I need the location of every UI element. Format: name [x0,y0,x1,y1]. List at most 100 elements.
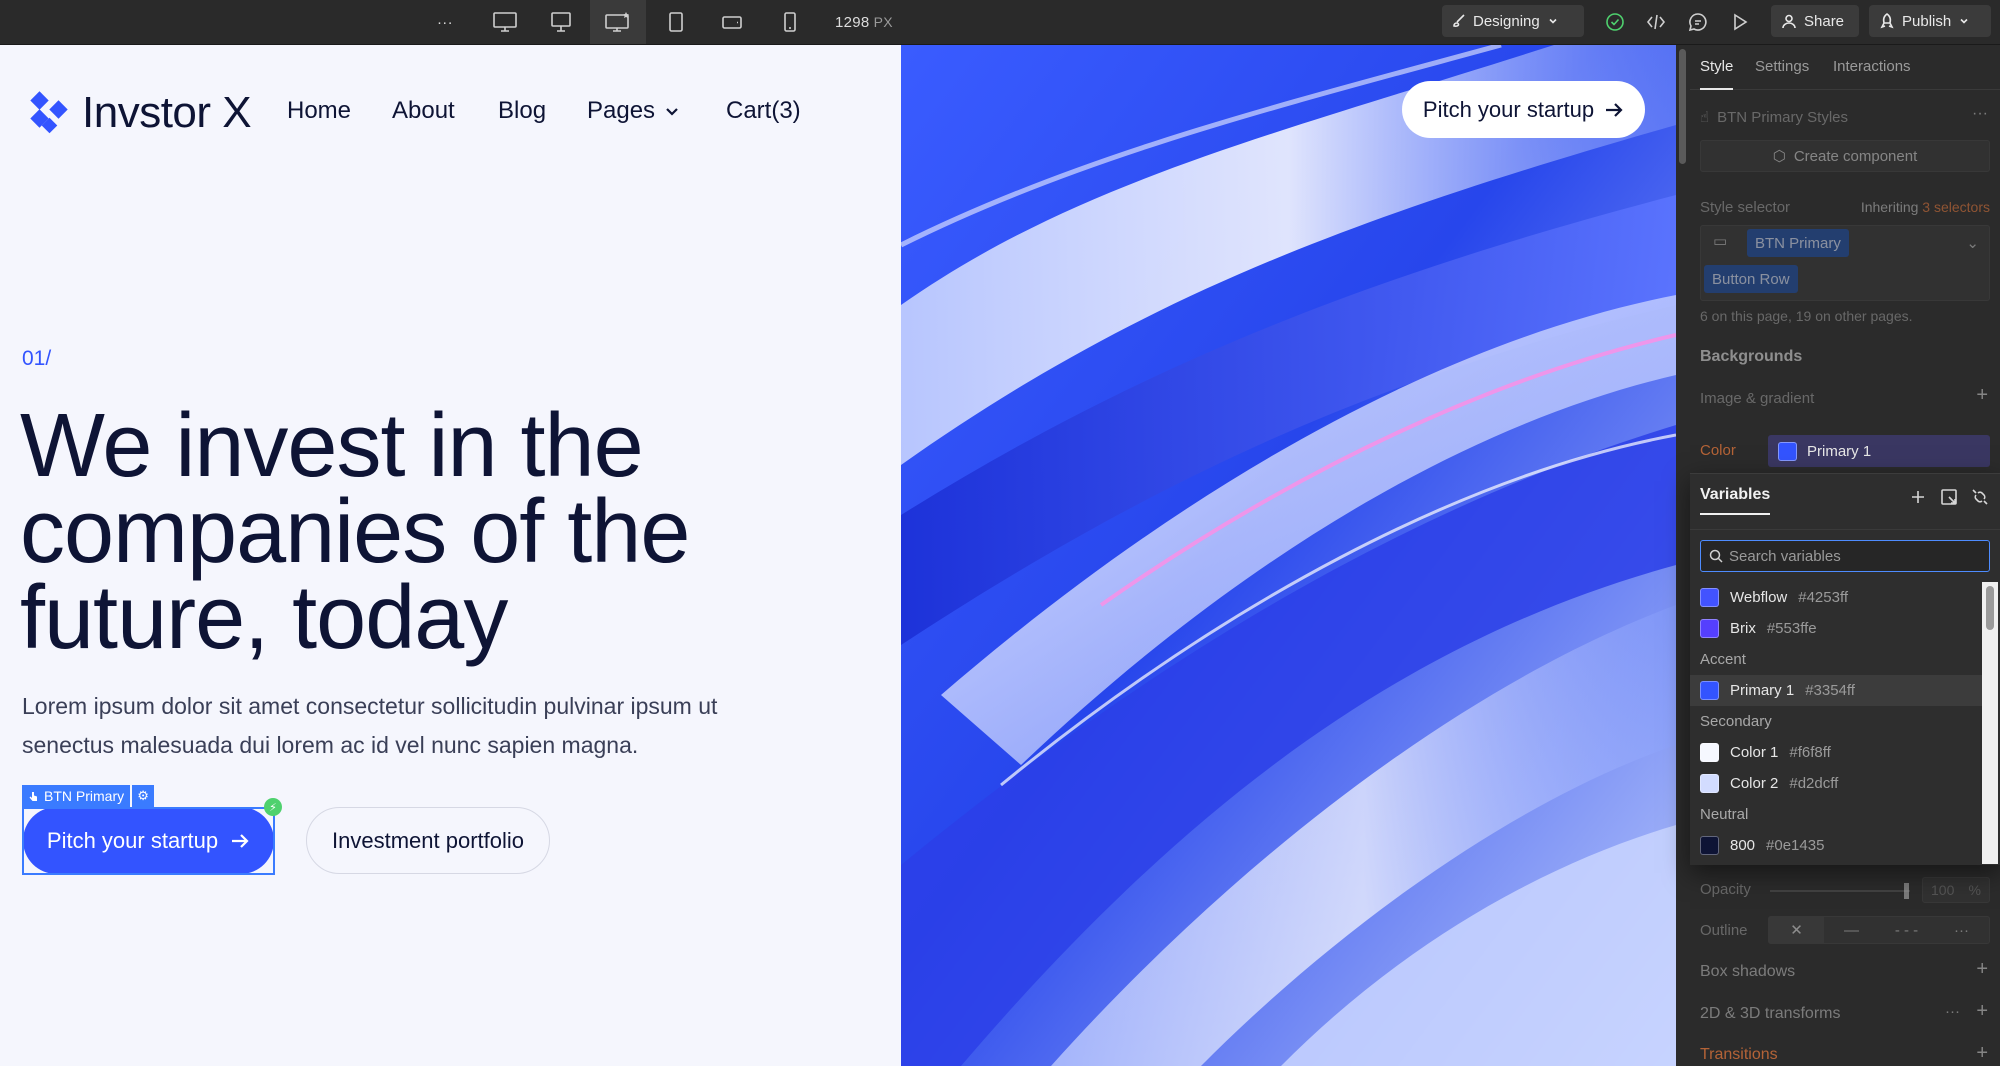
tab-style[interactable]: Style [1700,58,1734,90]
variable-name: 800 [1730,837,1756,854]
interaction-bolt-icon[interactable]: ⚡ [264,798,282,816]
variables-scrollbar-thumb[interactable] [1986,586,1994,630]
hand-pointer-icon [29,791,37,801]
variable-item[interactable]: Primary 1 #3354ff [1690,675,1982,706]
variables-header: Variables [1690,474,2000,530]
variable-name: Color 1 [1730,744,1779,761]
variable-name: Primary 1 [1730,682,1795,699]
header-pitch-button[interactable]: Pitch your startup [1402,81,1645,138]
transitions-section-title[interactable]: Transitions [1700,1046,1778,1064]
add-transform-icon[interactable]: + [1976,1000,1988,1023]
hero-headline: We invest in the companies of the future… [20,396,690,668]
add-transition-icon[interactable]: + [1976,1042,1988,1065]
panel-tabs: Style Settings Interactions [1690,45,2000,90]
canvas-width-unit: PX [873,14,893,30]
designer-toolbar: ··· 1298 PX Designing Share Publish [0,0,2000,45]
inheriting-info[interactable]: Inheriting 3 selectors [1861,199,1990,215]
element-label-row: ☝ BTN Primary Styles [1700,108,1848,127]
background-color-field[interactable]: Primary 1 [1768,435,1990,467]
variable-group-label: Accent [1700,651,1746,668]
selector-chip-button-row[interactable]: Button Row [1704,265,1798,293]
investment-portfolio-button[interactable]: Investment portfolio [306,807,550,874]
add-box-shadow-icon[interactable]: + [1976,958,1988,981]
variable-item[interactable]: Color 2 #d2dcff [1690,768,1982,799]
investment-portfolio-label: Investment portfolio [332,827,524,853]
selection-settings-icon[interactable]: ⚙ [132,785,155,807]
code-export-button[interactable] [1642,0,1670,44]
opacity-input[interactable]: 100 % [1922,877,1990,903]
monitor-icon [551,12,571,32]
canvas-scrollbar-thumb[interactable] [1679,49,1686,164]
nav-home[interactable]: Home [287,97,351,125]
logo-mark-icon [30,91,68,134]
nav-about[interactable]: About [392,97,455,125]
outline-solid-icon[interactable]: — [1824,917,1879,943]
more-menu-button[interactable]: ··· [437,0,453,44]
create-component-button[interactable]: ⬡ Create component [1700,140,1990,172]
variable-item[interactable]: Color 1 #f6f8ff [1690,737,1982,768]
publish-dropdown[interactable]: Publish [1869,5,1991,37]
opacity-slider-thumb[interactable] [1904,883,1909,899]
backgrounds-section-title[interactable]: Backgrounds [1700,348,1802,366]
variable-hex: #d2dcff [1789,775,1839,792]
breakpoint-desktop-button[interactable] [538,0,584,44]
site-logo[interactable]: Invstor X [30,88,252,138]
nav-pages-label: Pages [587,97,656,124]
variable-hex: #4253ff [1798,589,1849,606]
nav-pages-dropdown[interactable]: Pages [587,97,681,125]
outline-style-toggle[interactable]: ✕ — - - - ··· [1768,916,1990,944]
transforms-more-icon[interactable]: ··· [1945,1003,1960,1020]
nav-blog[interactable]: Blog [498,97,546,125]
share-label: Share [1804,12,1845,30]
design-canvas[interactable]: Invstor X Home About Blog Pages Cart(3) … [0,45,1676,1066]
element-type-icon: ▭ [1713,233,1728,250]
chevron-down-icon[interactable]: ⌄ [1966,234,1979,252]
preview-button[interactable] [1726,0,1754,44]
nav-cart[interactable]: Cart(3) [726,97,801,125]
variable-item[interactable]: Webflow #4253ff [1690,582,1982,613]
detach-variable-icon[interactable] [1969,486,1991,508]
nav-cart-label: Cart(3) [726,97,801,124]
comments-button[interactable] [1684,0,1712,44]
variable-color-swatch [1700,774,1719,793]
variables-scrollbar[interactable] [1982,582,1998,864]
breakpoint-desktop-large-button[interactable] [482,0,528,44]
variables-popover: Variables Webflow #4253ff Brix #553ffe Accen… [1690,473,2000,865]
selection-tag[interactable]: BTN Primary ⚙ [22,785,155,807]
breakpoint-mobile-portrait-button[interactable] [770,0,810,44]
canvas-scrollbar[interactable] [1676,45,1690,1066]
tab-interactions[interactable]: Interactions [1833,58,1911,75]
open-variables-panel-icon[interactable] [1938,486,1960,508]
variables-search-input[interactable] [1729,547,1969,565]
add-variable-icon[interactable] [1907,486,1929,508]
breakpoint-tablet-button[interactable] [656,0,696,44]
variables-title[interactable]: Variables [1700,486,1771,515]
hero-image[interactable] [901,45,1676,1066]
tab-settings[interactable]: Settings [1755,58,1809,75]
outline-dotted-icon[interactable]: ··· [1934,917,1989,943]
share-button[interactable]: Share [1771,5,1859,37]
mode-dropdown[interactable]: Designing [1442,5,1584,37]
selector-chip-btn-primary[interactable]: BTN Primary [1747,229,1849,257]
opacity-slider[interactable] [1770,890,1910,892]
box-shadows-section-title[interactable]: Box shadows [1700,963,1795,981]
cube-icon: ⬡ [1772,148,1786,165]
transforms-section-title[interactable]: 2D & 3D transforms [1700,1005,1840,1023]
variable-item[interactable]: Brix #553ffe [1690,613,1982,644]
breakpoint-base-button[interactable] [590,0,646,44]
outline-dashed-icon[interactable]: - - - [1879,917,1934,943]
add-image-gradient-icon[interactable]: + [1976,384,1988,407]
selector-usage-note: 6 on this page, 19 on other pages. [1700,308,1913,324]
variable-color-swatch [1700,619,1719,638]
outline-none-icon[interactable]: ✕ [1769,917,1824,943]
more-options-icon[interactable]: ··· [1972,105,1988,123]
code-icon [1646,14,1666,30]
abstract-glass-waves-image [901,45,1676,1066]
variable-color-swatch [1700,588,1719,607]
monitor-large-icon [493,12,517,32]
publish-status-check[interactable] [1602,0,1628,44]
variables-search-field[interactable] [1700,540,1990,572]
breakpoint-mobile-landscape-button[interactable] [712,0,752,44]
variable-item[interactable]: 800 #0e1435 [1690,830,1982,861]
style-selector-field[interactable]: ▭ BTN Primary Button Row ⌄ [1700,225,1990,301]
